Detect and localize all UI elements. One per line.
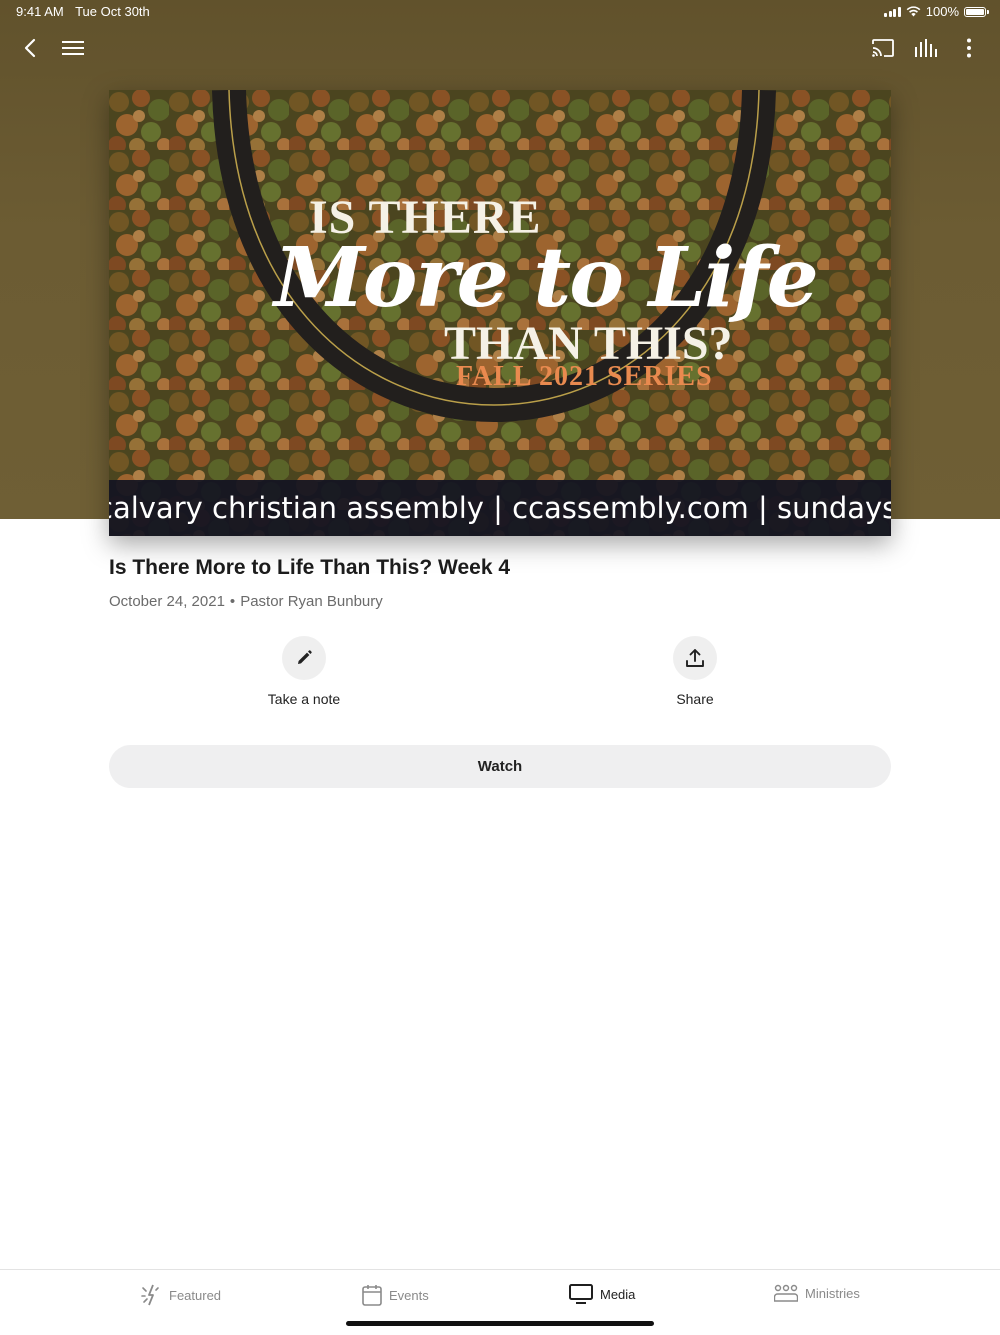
- cast-icon: [872, 39, 894, 57]
- monitor-icon: [569, 1284, 593, 1304]
- share-button[interactable]: Share: [625, 636, 765, 707]
- share-icon: [686, 649, 704, 667]
- tab-ministries-label: Ministries: [805, 1285, 860, 1301]
- menu-button[interactable]: [57, 32, 89, 64]
- tab-media-label: Media: [600, 1286, 636, 1302]
- media-speaker: Pastor Ryan Bunbury: [240, 593, 383, 610]
- more-options-button[interactable]: [953, 32, 985, 64]
- calendar-icon: [362, 1285, 382, 1306]
- status-time: 9:41 AM: [16, 4, 64, 19]
- art-title-line-2: More to Life: [274, 230, 819, 326]
- media-title: Is There More to Life Than This? Week 4: [109, 556, 511, 579]
- art-banner: calvary christian assembly | ccassembly.…: [109, 480, 891, 536]
- wifi-icon: [906, 6, 921, 17]
- chevron-left-icon: [24, 38, 36, 58]
- status-date: Tue Oct 30th: [75, 4, 150, 19]
- share-circle[interactable]: [673, 636, 717, 680]
- tab-events-label: Events: [389, 1287, 429, 1303]
- sparkle-icon: [141, 1284, 159, 1306]
- take-note-circle[interactable]: [282, 636, 326, 680]
- battery-icon: [964, 6, 989, 17]
- share-label: Share: [676, 691, 714, 707]
- tab-featured[interactable]: Featured: [140, 1284, 221, 1306]
- audio-bars-icon: [915, 39, 937, 57]
- take-note-label: Take a note: [267, 691, 341, 707]
- status-bar: 9:41 AM Tue Oct 30th 100%: [0, 0, 1000, 24]
- hamburger-icon: [62, 41, 84, 55]
- audio-button[interactable]: [910, 32, 942, 64]
- tab-events[interactable]: Events: [362, 1284, 429, 1306]
- tab-ministries[interactable]: Ministries: [774, 1284, 860, 1302]
- cast-button[interactable]: [867, 32, 899, 64]
- tab-media[interactable]: Media: [569, 1284, 635, 1304]
- media-artwork: IS THERE More to Life THAN THIS? FALL 20…: [109, 90, 891, 536]
- meta-separator: •: [229, 593, 236, 610]
- back-button[interactable]: [14, 32, 46, 64]
- pencil-icon: [298, 650, 312, 664]
- media-date: October 24, 2021: [109, 593, 225, 610]
- watch-button[interactable]: Watch: [109, 745, 891, 788]
- more-vertical-icon: [967, 38, 971, 58]
- art-series-label: FALL 2021 SERIES: [456, 361, 713, 392]
- home-indicator: [346, 1321, 654, 1326]
- tab-featured-label: Featured: [169, 1287, 222, 1303]
- take-note-button[interactable]: Take a note: [234, 636, 374, 707]
- group-icon: [774, 1284, 798, 1302]
- battery-percent: 100%: [925, 4, 959, 19]
- media-meta: October 24, 2021 • Pastor Ryan Bunbury: [109, 593, 383, 610]
- cellular-signal-icon: [884, 6, 901, 17]
